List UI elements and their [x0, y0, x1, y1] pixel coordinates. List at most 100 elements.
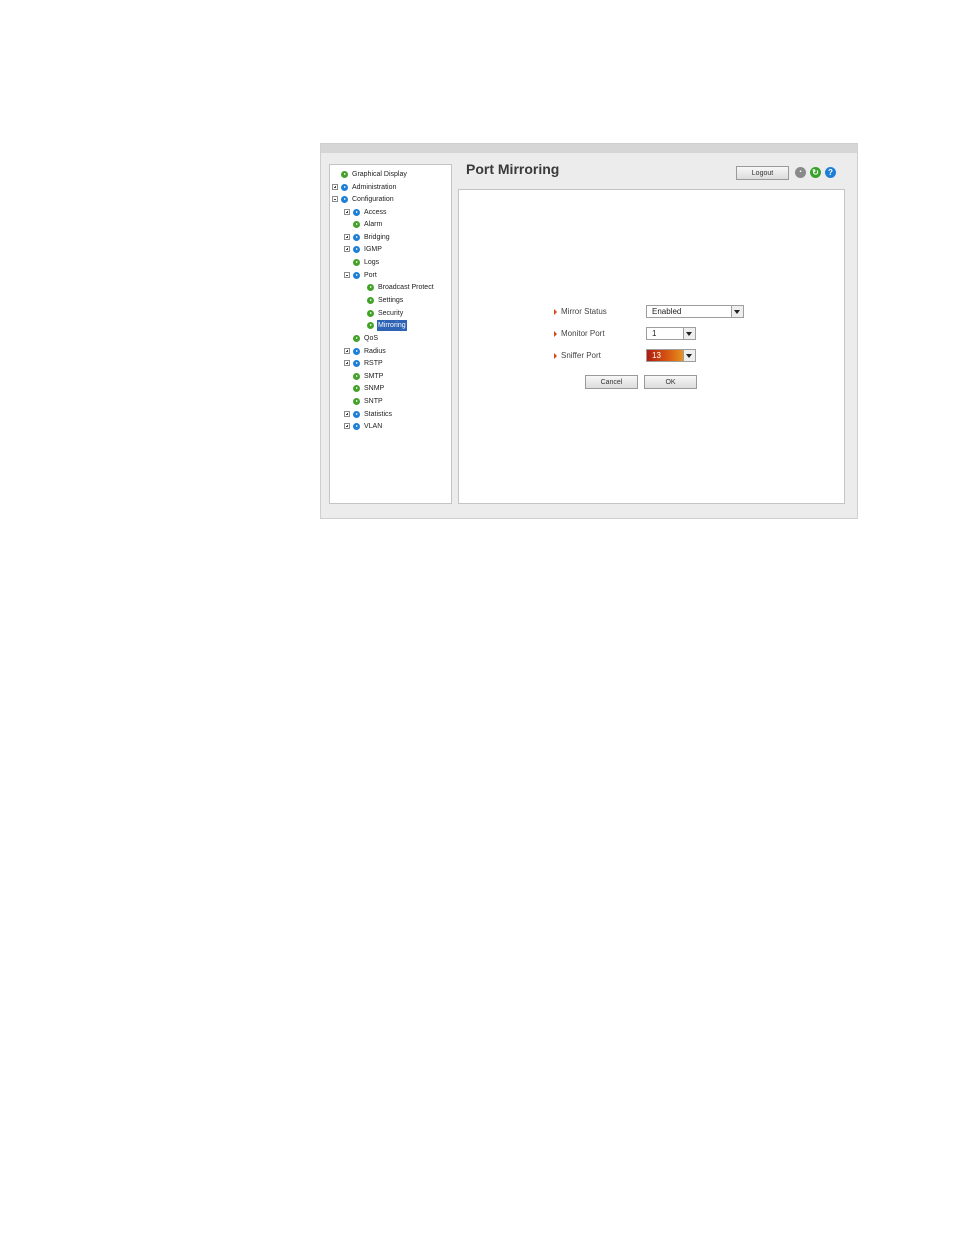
sniffer-port-label-text: Sniffer Port: [561, 351, 601, 360]
node-arrow-icon: [353, 258, 360, 266]
sidebar-item-smtp[interactable]: SMTP: [344, 370, 384, 382]
expand-plus-icon[interactable]: [344, 246, 350, 252]
node-arrow-icon: [353, 208, 360, 216]
sidebar-item-label: SNMP: [364, 384, 385, 392]
sidebar-item-radius[interactable]: Radius: [344, 345, 387, 357]
node-arrow-icon: [353, 271, 360, 279]
sidebar-item-label: Alarm: [364, 220, 383, 228]
sidebar-item-mirroring[interactable]: Mirroring: [367, 319, 407, 331]
chevron-down-icon[interactable]: [731, 306, 743, 317]
save-icon[interactable]: ▪: [795, 167, 806, 178]
mirror-status-label-text: Mirror Status: [561, 307, 607, 316]
sidebar-item-label: Bridging: [364, 233, 390, 241]
mirror-status-label: Mirror Status: [554, 307, 607, 316]
sidebar-item-label: RSTP: [364, 359, 383, 367]
sidebar-item-label: IGMP: [364, 245, 382, 253]
refresh-icon[interactable]: ↻: [810, 167, 821, 178]
sidebar-item-administration[interactable]: Administration: [332, 181, 397, 193]
monitor-port-label: Monitor Port: [554, 329, 605, 338]
expand-plus-icon[interactable]: [344, 423, 350, 429]
sidebar-item-statistics[interactable]: Statistics: [344, 408, 393, 420]
node-arrow-icon: [353, 384, 360, 392]
sidebar-item-qos[interactable]: QoS: [344, 332, 379, 344]
main-content-panel: Mirror Status Enabled Monitor Port 1 Sni…: [458, 189, 845, 504]
sidebar-item-logs[interactable]: Logs: [344, 256, 380, 268]
node-arrow-icon: [353, 397, 360, 405]
node-arrow-icon: [353, 245, 360, 253]
sidebar-item-label: Settings: [378, 296, 404, 304]
app-window: Graphical Display Administration Configu…: [320, 143, 858, 519]
node-arrow-icon: [353, 410, 360, 418]
bullet-arrow-icon: [554, 308, 557, 315]
node-arrow-icon: [353, 334, 360, 342]
sidebar-item-settings[interactable]: Settings: [367, 294, 404, 306]
collapse-minus-icon[interactable]: [344, 272, 350, 278]
help-icon[interactable]: ?: [825, 167, 836, 178]
sniffer-port-select[interactable]: 13: [646, 349, 696, 362]
sidebar-item-broadcast-protect[interactable]: Broadcast Protect: [367, 281, 435, 293]
sidebar-item-label: Broadcast Protect: [378, 283, 434, 291]
bullet-arrow-icon: [554, 352, 557, 359]
sidebar-item-graphical-display[interactable]: Graphical Display: [332, 168, 408, 180]
logout-button[interactable]: Logout: [736, 166, 789, 180]
cancel-button[interactable]: Cancel: [585, 375, 638, 389]
node-arrow-icon: [353, 422, 360, 430]
sidebar-item-label: QoS: [364, 334, 379, 342]
bullet-arrow-icon: [554, 330, 557, 337]
sniffer-port-value: 13: [652, 351, 661, 360]
sidebar-item-label: VLAN: [364, 422, 383, 430]
sidebar-item-label: SNTP: [364, 397, 383, 405]
node-arrow-icon: [341, 195, 348, 203]
sidebar-item-port[interactable]: Port: [344, 269, 378, 281]
monitor-port-select[interactable]: 1: [646, 327, 696, 340]
sidebar-item-label: Administration: [352, 183, 397, 191]
node-arrow-icon: [353, 347, 360, 355]
node-arrow-icon: [367, 321, 374, 329]
mirror-status-select[interactable]: Enabled: [646, 305, 744, 318]
sidebar-tree: Graphical Display Administration Configu…: [329, 164, 452, 504]
expand-plus-icon[interactable]: [344, 209, 350, 215]
ok-button[interactable]: OK: [644, 375, 697, 389]
expand-plus-icon[interactable]: [332, 184, 338, 190]
sidebar-item-igmp[interactable]: IGMP: [344, 243, 383, 255]
expand-plus-icon[interactable]: [344, 234, 350, 240]
chevron-down-icon[interactable]: [683, 328, 695, 339]
node-arrow-icon: [353, 220, 360, 228]
sidebar-item-label: Mirroring: [377, 319, 407, 331]
chevron-down-icon[interactable]: [683, 350, 695, 361]
sidebar-item-rstp[interactable]: RSTP: [344, 357, 384, 369]
monitor-port-value: 1: [652, 329, 657, 338]
sidebar-item-label: Port: [364, 271, 377, 279]
expand-plus-icon[interactable]: [344, 360, 350, 366]
sidebar-item-label: Statistics: [364, 410, 393, 418]
sidebar-item-sntp[interactable]: SNTP: [344, 395, 384, 407]
node-arrow-icon: [341, 183, 348, 191]
sidebar-item-label: Security: [378, 309, 404, 317]
node-arrow-icon: [353, 233, 360, 241]
expand-plus-icon[interactable]: [344, 411, 350, 417]
sidebar-item-label: Logs: [364, 258, 380, 266]
sniffer-port-label: Sniffer Port: [554, 351, 601, 360]
monitor-port-label-text: Monitor Port: [561, 329, 605, 338]
mirror-status-value: Enabled: [652, 307, 682, 316]
sidebar-item-snmp[interactable]: SNMP: [344, 382, 385, 394]
page-title: Port Mirroring: [466, 161, 560, 177]
sidebar-item-label: Configuration: [352, 195, 394, 203]
sidebar-item-access[interactable]: Access: [344, 206, 388, 218]
collapse-minus-icon[interactable]: [332, 196, 338, 202]
node-arrow-icon: [367, 296, 374, 304]
node-arrow-icon: [367, 283, 374, 291]
sidebar-item-bridging[interactable]: Bridging: [344, 231, 391, 243]
sidebar-item-label: Access: [364, 208, 387, 216]
window-top-bar: [321, 144, 857, 153]
sidebar-item-label: Graphical Display: [352, 170, 407, 178]
sidebar-item-vlan[interactable]: VLAN: [344, 420, 383, 432]
sidebar-item-label: SMTP: [364, 372, 384, 380]
sidebar-item-configuration[interactable]: Configuration: [332, 193, 395, 205]
sidebar-item-alarm[interactable]: Alarm: [344, 218, 383, 230]
node-arrow-icon: [353, 359, 360, 367]
node-arrow-icon: [341, 170, 348, 178]
sidebar-item-security[interactable]: Security: [367, 307, 404, 319]
expand-plus-icon[interactable]: [344, 348, 350, 354]
node-arrow-icon: [353, 372, 360, 380]
